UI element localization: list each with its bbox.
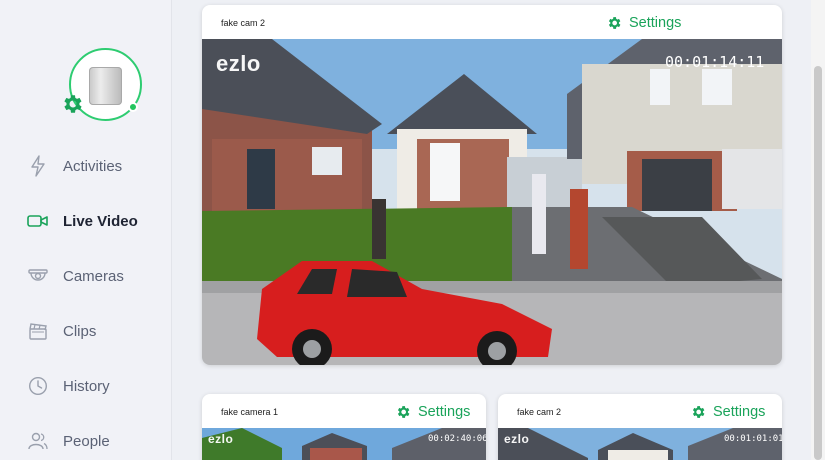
sidebar-item-clips[interactable]: Clips [0, 311, 172, 351]
camera-thumbnail-card[interactable]: fake cam 2 Settings ezlo 00:01:01:01 [498, 394, 782, 460]
ezlo-watermark: ezlo [504, 432, 530, 446]
sidebar-item-live-video[interactable]: Live Video [0, 201, 172, 241]
people-icon [27, 430, 49, 452]
hub-device-image [89, 67, 122, 105]
video-timestamp: 00:01:14:11 [665, 53, 765, 71]
sidebar-item-people[interactable]: People [0, 421, 172, 460]
bolt-icon [27, 155, 49, 177]
clock-icon [27, 375, 49, 397]
video-frame [202, 39, 782, 365]
online-status-dot [128, 102, 138, 112]
gear-icon [608, 17, 621, 29]
thumbnail-video-stream[interactable]: ezlo 00:02:40:06 [202, 428, 486, 460]
gear-icon [692, 406, 705, 418]
gear-icon[interactable] [60, 92, 84, 116]
sidebar-item-label: Activities [63, 157, 123, 175]
camera-title: fake camera 1 [221, 407, 279, 417]
ezlo-watermark: ezlo [208, 432, 234, 446]
video-timestamp: 00:02:40:06 [428, 434, 486, 444]
camera-thumbnail-card[interactable]: fake camera 1 Settings ezlo 00:02:40:06 [202, 394, 486, 460]
ezlo-watermark: ezlo [216, 51, 261, 76]
video-timestamp: 00:01:01:01 [724, 434, 782, 444]
live-video-stream[interactable]: ezlo 00:01:14:11 [202, 39, 782, 365]
settings-label: Settings [418, 404, 471, 420]
video-frame [498, 428, 782, 460]
sidebar-item-label: Clips [63, 322, 97, 340]
settings-button[interactable]: Settings [606, 15, 681, 31]
gear-icon [397, 406, 410, 418]
thumbnail-video-stream[interactable]: ezlo 00:01:01:01 [498, 428, 782, 460]
sidebar-item-label: Cameras [63, 267, 124, 285]
scrollbar-thumb[interactable] [814, 66, 822, 460]
main-feed-card: fake cam 2 Settings ezlo 00:01:14:11 [202, 5, 782, 365]
sidebar: Activities Live Video Cameras Clips Hist… [0, 0, 172, 460]
camera-title: fake cam 2 [517, 407, 562, 417]
settings-button[interactable]: Settings [395, 404, 470, 420]
camera-title: fake cam 2 [221, 18, 266, 28]
sidebar-item-cameras[interactable]: Cameras [0, 256, 172, 296]
sidebar-item-history[interactable]: History [0, 366, 172, 406]
settings-label: Settings [713, 404, 766, 420]
dome-camera-icon [27, 265, 49, 287]
page-scrollbar[interactable] [811, 0, 825, 460]
sidebar-item-label: Live Video [63, 212, 138, 230]
video-camera-icon [27, 210, 49, 232]
video-frame [202, 428, 486, 460]
settings-button[interactable]: Settings [690, 404, 765, 420]
clapperboard-icon [27, 320, 49, 342]
sidebar-item-label: History [63, 377, 110, 395]
sidebar-item-activities[interactable]: Activities [0, 146, 172, 186]
sidebar-item-label: People [63, 432, 110, 450]
settings-label: Settings [629, 15, 682, 31]
